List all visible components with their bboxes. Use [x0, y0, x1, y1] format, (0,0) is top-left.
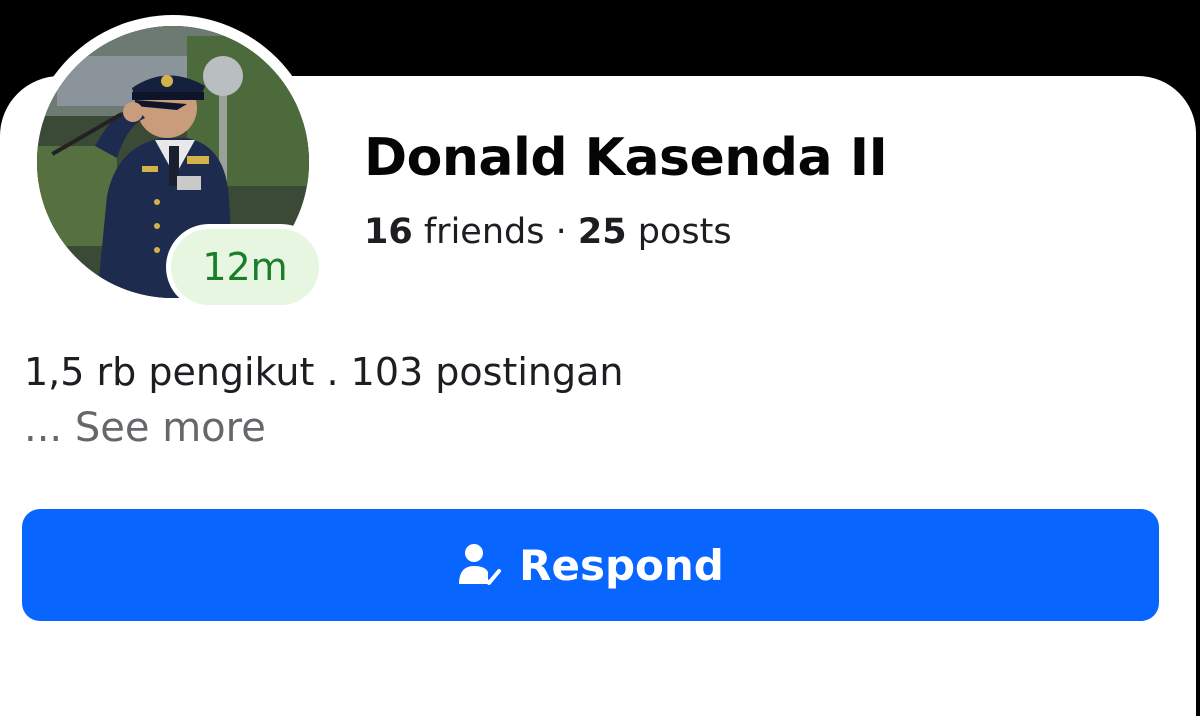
see-more-label: See more	[74, 405, 266, 451]
stats-separator: ·	[555, 212, 567, 252]
friends-count: 16	[364, 212, 413, 252]
active-time-badge: 12m	[166, 224, 324, 310]
friends-label: friends	[423, 212, 545, 252]
respond-label: Respond	[519, 540, 724, 590]
profile-name[interactable]: Donald Kasenda II	[364, 128, 888, 188]
see-more-ellipsis: ...	[24, 405, 63, 451]
posts-label: posts	[637, 212, 732, 252]
person-check-icon	[457, 542, 503, 588]
profile-stats: 16 friends · 25 posts	[364, 212, 732, 252]
posts-count: 25	[577, 212, 627, 252]
bio-text: 1,5 rb pengikut . 103 postingan	[24, 350, 624, 394]
see-more-link[interactable]: ... See more	[24, 405, 266, 451]
respond-button[interactable]: Respond	[22, 509, 1159, 621]
